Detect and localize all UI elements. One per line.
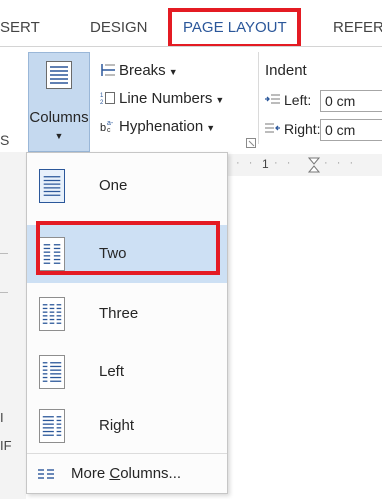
indent-right-label: Right: bbox=[265, 121, 321, 137]
menu-item-label: Three bbox=[99, 305, 139, 322]
page-layout-highlight-box bbox=[168, 8, 301, 48]
svg-text:c: c bbox=[107, 127, 111, 133]
hyphenation-icon: b a- c bbox=[100, 120, 114, 133]
horizontal-ruler: · · 1 · · · · · bbox=[228, 154, 382, 177]
tab-references[interactable]: REFERE bbox=[333, 10, 382, 46]
menu-item-label: One bbox=[99, 177, 128, 194]
indent-left-text: Left: bbox=[284, 92, 312, 108]
more-columns-prefix: More bbox=[71, 465, 110, 482]
hyphenation-chevron-icon: ▼ bbox=[206, 123, 216, 133]
svg-text:a-: a- bbox=[107, 120, 114, 127]
one-column-icon bbox=[39, 169, 65, 203]
left-edge-line-2 bbox=[0, 292, 8, 293]
indent-left-label: Left: bbox=[265, 92, 311, 108]
indent-right-icon bbox=[265, 123, 280, 133]
more-columns-suffix: olumns... bbox=[120, 465, 182, 482]
hyphenation-button[interactable]: b a- c Hyphenation ▼ bbox=[100, 118, 215, 135]
line-numbers-button[interactable]: 1 2 Line Numbers ▼ bbox=[100, 90, 224, 107]
indent-right-text: Right: bbox=[284, 121, 321, 137]
two-highlight-box bbox=[36, 221, 220, 275]
svg-text:1: 1 bbox=[100, 93, 104, 99]
menu-item-left[interactable]: Left bbox=[27, 343, 227, 401]
dialog-launcher-icon[interactable] bbox=[246, 138, 256, 148]
tab-design[interactable]: DESIGN bbox=[90, 10, 148, 46]
group-label-page-setup: S bbox=[0, 132, 10, 148]
indent-left-icon bbox=[265, 94, 280, 104]
breaks-label: Breaks bbox=[119, 62, 166, 79]
breaks-chevron-icon: ▼ bbox=[168, 67, 178, 77]
ruler-ticks: · · bbox=[236, 157, 256, 169]
ruler-ticks-3: · · · bbox=[324, 157, 357, 169]
menu-item-three[interactable]: Three bbox=[27, 285, 227, 343]
document-page[interactable] bbox=[228, 176, 382, 499]
breaks-icon bbox=[101, 64, 115, 76]
indent-left-field[interactable]: 0 cm bbox=[320, 90, 382, 112]
line-numbers-label: Line Numbers bbox=[119, 90, 213, 107]
line-numbers-icon: 1 2 bbox=[100, 92, 115, 105]
columns-icon bbox=[46, 61, 72, 89]
columns-dropdown-menu: One Two Three Left Right More Columns... bbox=[26, 152, 228, 494]
right-column-icon bbox=[39, 409, 65, 443]
ruler-ticks-2: · · bbox=[274, 157, 294, 169]
line-numbers-chevron-icon: ▼ bbox=[215, 95, 225, 105]
tab-insert[interactable]: SERT bbox=[0, 10, 40, 46]
hyphenation-label: Hyphenation bbox=[119, 118, 204, 135]
indent-heading: Indent bbox=[265, 62, 307, 79]
three-columns-icon bbox=[39, 297, 65, 331]
ribbon-tab-bar: SERT DESIGN PAGE LAYOUT REFERE bbox=[0, 0, 382, 48]
columns-label: Columns bbox=[29, 109, 89, 126]
menu-item-label: Right bbox=[99, 417, 135, 434]
chevron-down-icon: ▼ bbox=[54, 131, 64, 141]
more-columns-item[interactable]: More Columns... bbox=[27, 454, 227, 494]
indent-right-field[interactable]: 0 cm bbox=[320, 119, 382, 141]
left-column-icon bbox=[39, 355, 65, 389]
left-edge-text: I bbox=[0, 410, 4, 425]
indent-marker-icon[interactable] bbox=[308, 157, 320, 173]
group-separator bbox=[258, 52, 259, 144]
more-columns-label: More Columns... bbox=[71, 454, 181, 494]
menu-item-right[interactable]: Right bbox=[27, 397, 227, 455]
svg-text:b: b bbox=[100, 122, 106, 133]
menu-item-one[interactable]: One bbox=[27, 157, 227, 215]
breaks-button[interactable]: Breaks ▼ bbox=[100, 62, 178, 79]
more-columns-icon bbox=[38, 469, 54, 479]
left-edge-line bbox=[0, 253, 8, 254]
left-edge-text-2: IF bbox=[0, 438, 12, 453]
ruler-mark: 1 bbox=[262, 157, 269, 171]
svg-text:2: 2 bbox=[100, 100, 104, 105]
columns-button[interactable]: Columns ▼ bbox=[28, 52, 90, 152]
menu-item-label: Left bbox=[99, 363, 125, 380]
more-columns-accelerator: C bbox=[109, 465, 121, 482]
